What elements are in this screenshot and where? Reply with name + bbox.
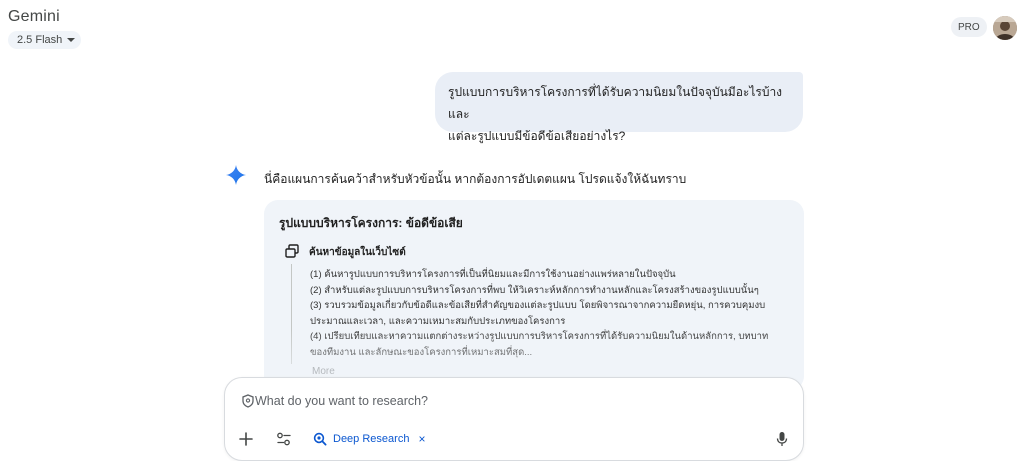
more-link[interactable]: More: [312, 366, 335, 377]
deep-research-chip[interactable]: Deep Research ×: [309, 429, 429, 449]
user-message-line: แต่ละรูปแบบมีข้อดีข้อเสียอย่างไร?: [448, 129, 626, 143]
plan-step: ของทีมงาน และลักษณะของโครงการที่เหมาะสมท…: [310, 346, 533, 358]
chip-label: Deep Research: [333, 433, 410, 445]
response-intro: นี่คือแผนการค้นคว้าสำหรับหัวข้อนั้น หากต…: [264, 172, 687, 186]
plan-step: (4) เปรียบเทียบและหาความแตกต่างระหว่างรู…: [310, 331, 769, 342]
plan-badge[interactable]: PRO: [951, 17, 987, 37]
add-button[interactable]: [237, 430, 255, 448]
avatar[interactable]: [993, 16, 1017, 40]
steps-divider: [291, 264, 292, 364]
plan-title: รูปแบบบริหารโครงการ: ข้อดีข้อเสีย: [279, 216, 463, 230]
model-selector[interactable]: 2.5 Flash: [8, 31, 82, 49]
plus-icon: [239, 432, 253, 446]
plan-step: (1) ค้นหารูปแบบการบริหารโครงการที่เป็นที…: [310, 269, 676, 280]
plan-step: (2) สำหรับแต่ละรูปแบบการบริหารโครงการที่…: [310, 284, 759, 296]
research-input[interactable]: [255, 391, 775, 411]
user-message-bubble: รูปแบบการบริหารโครงการที่ได้รับความนิยมใ…: [435, 72, 803, 143]
deep-research-icon: [313, 432, 327, 446]
tools-button[interactable]: [275, 430, 293, 448]
user-message-line: รูปแบบการบริหารโครงการที่ได้รับความนิยมใ…: [448, 85, 783, 121]
plan-section-label: ค้นหาข้อมูลในเว็บไซต์: [309, 247, 406, 258]
research-composer: Deep Research ×: [224, 377, 804, 461]
gemini-app: Gemini 2.5 Flash PRO รูปแบบการบริหารโครง…: [0, 0, 1024, 461]
research-plan-card: รูปแบบบริหารโครงการ: ข้อดีข้อเสีย ค้นหาข…: [264, 200, 804, 390]
plan-step: (3) รวบรวมข้อมูลเกี่ยวกับข้อดีและข้อเสีย…: [310, 300, 766, 311]
model-label: 2.5 Flash: [17, 34, 63, 46]
microphone-button[interactable]: [773, 429, 791, 449]
microphone-icon: [776, 432, 788, 446]
web-search-icon: [285, 244, 299, 258]
plan-step: ประมาณและเวลา, และความเหมาะสมกับประเภทขอ…: [310, 315, 566, 327]
shield-icon: [242, 394, 254, 408]
tools-sliders-icon: [277, 432, 291, 446]
plan-steps: (1) ค้นหารูปแบบการบริหารโครงการที่เป็นที…: [310, 267, 790, 360]
chip-close-icon[interactable]: ×: [418, 432, 425, 446]
gemini-sparkle-icon: [226, 165, 246, 185]
chevron-down-icon: [67, 38, 76, 42]
app-title: Gemini: [8, 8, 60, 25]
